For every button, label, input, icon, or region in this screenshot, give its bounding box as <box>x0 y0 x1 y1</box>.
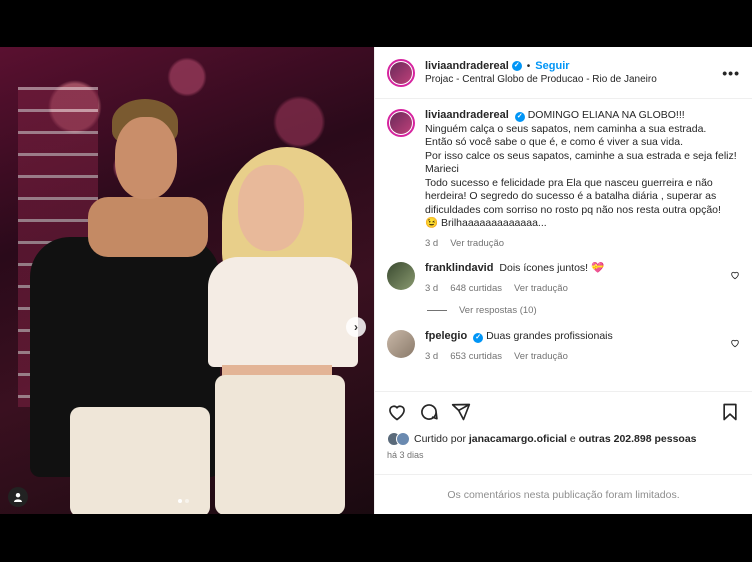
carousel-dots <box>178 499 189 503</box>
caption-line: Todo sucesso e felicidade pra Ela que na… <box>425 176 721 216</box>
more-icon[interactable]: ••• <box>722 65 740 81</box>
post-header: liviaandradereal ✓ • Seguir Projac - Cen… <box>375 47 752 99</box>
bookmark-icon[interactable] <box>720 402 740 422</box>
caption-line: DOMINGO ELIANA NA GLOBO!!! <box>527 109 685 121</box>
verified-badge-icon: ✓ <box>473 333 484 343</box>
woman-right-skirt <box>215 375 345 514</box>
translate-link[interactable]: Ver tradução <box>514 282 568 296</box>
woman-left-skirt <box>70 407 210 514</box>
comment-text: Dois ícones juntos! 💝 <box>499 262 605 274</box>
caption-line: Por isso calce os seus sapatos, caminhe … <box>425 149 737 162</box>
share-icon[interactable] <box>451 402 471 422</box>
comment-likes[interactable]: 653 curtidas <box>450 350 502 364</box>
heart-icon[interactable] <box>387 402 407 422</box>
caption-line: Ninguém calça o seus sapatos, nem caminh… <box>425 122 707 135</box>
comment-time[interactable]: 3 d <box>425 282 438 296</box>
comment-heart-icon[interactable] <box>730 270 740 280</box>
post-location[interactable]: Projac - Central Globo de Producao - Rio… <box>425 74 722 85</box>
avatar[interactable] <box>387 58 415 87</box>
comment-likes[interactable]: 648 curtidas <box>450 282 502 296</box>
follow-button[interactable]: Seguir <box>535 60 569 72</box>
post-image[interactable]: › <box>0 47 374 514</box>
post-modal: › liviaandradereal ✓ • Seguir Projac - C… <box>0 47 752 514</box>
comments-limited-notice: Os comentários nesta publicação foram li… <box>375 474 752 514</box>
view-replies[interactable]: Ver respostas (10) <box>427 305 740 316</box>
avatar[interactable] <box>387 262 415 290</box>
verified-badge-icon: ✓ <box>511 61 522 71</box>
translate-link[interactable]: Ver tradução <box>514 350 568 364</box>
user-tag-icon[interactable] <box>8 487 28 507</box>
next-arrow-icon[interactable]: › <box>346 317 366 337</box>
comment-text: Duas grandes profissionais <box>486 330 613 342</box>
liked-by-others[interactable]: outras 202.898 pessoas <box>579 433 697 445</box>
comment-heart-icon[interactable] <box>730 338 740 348</box>
carousel-dot-active <box>178 499 182 503</box>
liked-by-prefix: Curtido por <box>414 433 466 445</box>
caption-time[interactable]: 3 d <box>425 237 438 251</box>
post-time[interactable]: há 3 dias <box>387 450 740 460</box>
author-username[interactable]: liviaandradereal <box>425 60 509 72</box>
caption-line: Marieci <box>425 163 459 175</box>
woman-left-shoulders <box>88 197 208 257</box>
caption: liviaandradereal ✓ DOMINGO ELIANA NA GLOB… <box>387 109 740 250</box>
post-actions: Curtido por janacamargo.oficial e outras… <box>375 391 752 460</box>
comment-icon[interactable] <box>419 402 439 422</box>
liked-by-mid: e <box>569 433 576 445</box>
caption-line: 😉 Brilhaaaaaaaaaaaaa... <box>425 217 547 229</box>
liked-by-user[interactable]: janacamargo.oficial <box>469 433 567 445</box>
view-replies-label[interactable]: Ver respostas (10) <box>459 305 537 316</box>
woman-right-top <box>208 257 358 367</box>
avatar <box>396 432 410 446</box>
carousel-dot <box>185 499 189 503</box>
comment-item: fpelegio ✓ Duas grandes profissionais 3 d… <box>387 330 740 363</box>
comments-list[interactable]: liviaandradereal ✓ DOMINGO ELIANA NA GLOB… <box>375 99 752 391</box>
post-side-panel: liviaandradereal ✓ • Seguir Projac - Cen… <box>374 47 752 514</box>
woman-right-face <box>238 165 304 251</box>
separator: • <box>526 60 531 72</box>
woman-left-face <box>115 117 177 199</box>
liked-by[interactable]: Curtido por janacamargo.oficial e outras… <box>387 432 740 446</box>
caption-line: Então só você sabe o que é, e como é viv… <box>425 136 683 148</box>
comment-item: franklindavid Dois ícones juntos! 💝 3 d … <box>387 262 740 295</box>
verified-badge-icon: ✓ <box>514 112 525 122</box>
caption-username[interactable]: liviaandradereal <box>425 109 509 121</box>
divider <box>427 310 447 311</box>
comment-username[interactable]: fpelegio <box>425 330 467 342</box>
translate-link[interactable]: Ver tradução <box>450 237 504 251</box>
comment-username[interactable]: franklindavid <box>425 262 493 274</box>
comment-time[interactable]: 3 d <box>425 350 438 364</box>
avatar[interactable] <box>387 109 415 137</box>
avatar[interactable] <box>387 330 415 358</box>
